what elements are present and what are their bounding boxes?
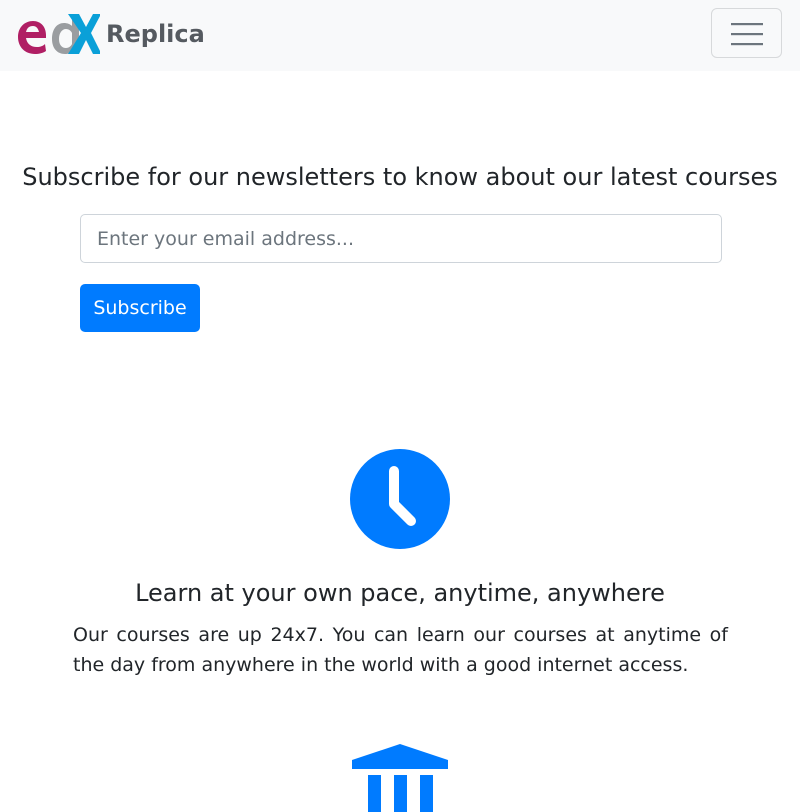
university-building-icon bbox=[352, 744, 448, 812]
clock-icon bbox=[350, 449, 450, 549]
feature-description: Our courses are up 24x7. You can learn o… bbox=[73, 624, 728, 676]
email-input[interactable] bbox=[80, 214, 722, 263]
feature-title: Learn at your own pace, anytime, anywher… bbox=[135, 579, 665, 607]
edx-logo bbox=[18, 14, 100, 54]
hamburger-menu-icon bbox=[731, 23, 763, 46]
brand-name: Replica bbox=[106, 20, 205, 48]
newsletter-heading: Subscribe for our newsletters to know ab… bbox=[22, 163, 778, 191]
subscribe-button[interactable]: Subscribe bbox=[80, 284, 200, 332]
navbar: Replica bbox=[0, 0, 800, 71]
navbar-toggle-button[interactable] bbox=[711, 8, 782, 58]
brand-link[interactable]: Replica bbox=[16, 13, 205, 55]
